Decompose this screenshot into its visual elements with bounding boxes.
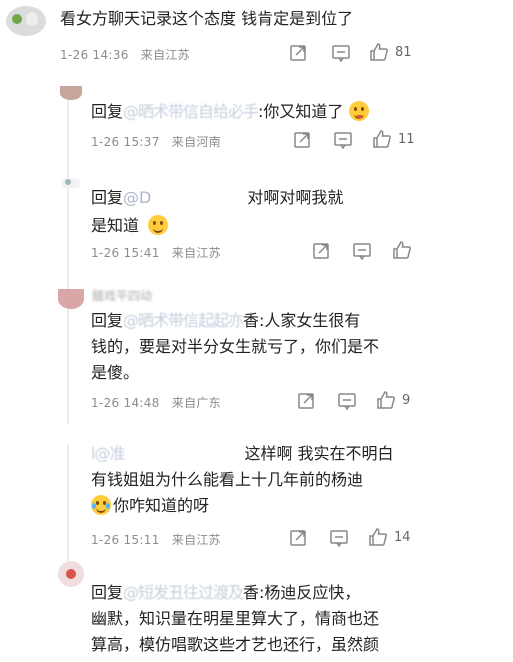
- mention-link[interactable]: @准: [94, 441, 244, 467]
- reply-date: 1-26 14:48: [91, 396, 160, 410]
- reply-location: 来自江苏: [171, 533, 221, 547]
- reply-body: :你又知道了: [258, 102, 344, 121]
- reply-meta: 1-26 15:11 来自江苏: [91, 531, 221, 548]
- comment-date-text: 1-26 14:36: [60, 48, 129, 62]
- reply-username[interactable]: 腼戏平四动: [92, 287, 152, 304]
- comment-icon[interactable]: [337, 391, 357, 411]
- comment-icon[interactable]: [329, 528, 349, 548]
- thread-line: [67, 444, 69, 562]
- share-icon[interactable]: [296, 391, 316, 411]
- like-icon[interactable]: [368, 527, 388, 547]
- like-icon[interactable]: [392, 240, 412, 260]
- reply-body-cont: 算高，模仿唱歌这些才艺也还行，虽然颜: [91, 635, 380, 654]
- avatar[interactable]: [6, 6, 46, 36]
- reply-location: 来自江苏: [171, 246, 221, 260]
- like-count: 11: [398, 132, 415, 147]
- share-icon[interactable]: [288, 528, 308, 548]
- reply-body-cont: 是知道: [91, 216, 140, 235]
- reply-date: 1-26 15:37: [91, 135, 160, 149]
- reply-prefix: 回复: [91, 311, 124, 330]
- comment-icon[interactable]: [333, 130, 353, 150]
- reply-location: 来自河南: [171, 135, 221, 149]
- comment-location: 来自江苏: [140, 48, 190, 62]
- reply-prefix: 回复: [91, 102, 124, 121]
- avatar[interactable]: [58, 289, 84, 309]
- share-icon[interactable]: [288, 43, 308, 63]
- reply-body-cont: 你咋知道的呀: [113, 496, 210, 515]
- reply-location: 来自广东: [171, 396, 221, 410]
- smile-emoji: [148, 215, 169, 235]
- reply-meta: 1-26 14:48 来自广东: [91, 394, 221, 411]
- tongue-emoji: [348, 101, 369, 121]
- reply-body: 对啊对啊我就: [247, 188, 344, 207]
- reply-prefix: 回复: [91, 188, 124, 207]
- mention-link[interactable]: @晒术带信起起亦: [123, 311, 244, 330]
- mention-link[interactable]: @短发丑往过渡及: [123, 583, 244, 602]
- avatar[interactable]: [60, 86, 82, 100]
- like-count: 14: [394, 530, 411, 545]
- reply-body: 香:人家女生很有: [243, 311, 361, 330]
- share-icon[interactable]: [311, 241, 331, 261]
- like-count: 9: [402, 393, 411, 408]
- like-icon[interactable]: [376, 390, 396, 410]
- comment-text: 看女方聊天记录这个态度 钱肯定是到位了: [60, 9, 354, 28]
- mention-link[interactable]: @D: [123, 188, 151, 207]
- reply-text: l@准 这样啊 我实在不明白 有钱姐姐为什么能看上十几年前的杨迪 你咋知道的呀: [91, 441, 421, 519]
- thread-line: [67, 94, 69, 424]
- mention-link[interactable]: @晒术带信自给必手: [123, 102, 259, 121]
- reply-text: 回复@晒术带信起起亦香:人家女生很有 钱的，要是对半分女生就亏了，你们是不 是傻…: [91, 308, 421, 386]
- reply-text: 回复@短发丑往过渡及香:杨迪反应快， 幽默，知识量在明星里算大了，情商也还 算高…: [91, 580, 421, 658]
- reply-text: 回复@D 对啊对啊我就 是知道: [91, 185, 421, 239]
- reply-body-cont: 有钱姐姐为什么能看上十几年前的杨迪: [91, 470, 364, 489]
- laugh-cry-emoji: [91, 495, 111, 515]
- reply-prefix: 回复: [91, 583, 124, 602]
- reply-text: 回复@晒术带信自给必手:你又知道了: [91, 99, 369, 125]
- reply-meta: 1-26 15:41 来自江苏: [91, 244, 221, 261]
- reply-body-cont: 幽默，知识量在明星里算大了，情商也还: [91, 609, 380, 628]
- reply-body-cont: 是傻。: [91, 363, 140, 382]
- comment-icon[interactable]: [352, 241, 372, 261]
- reply-date: 1-26 15:41: [91, 246, 160, 260]
- share-icon[interactable]: [292, 130, 312, 150]
- comment-date: 1-26 14:36 来自江苏: [60, 46, 190, 63]
- avatar[interactable]: [58, 561, 84, 587]
- reply-meta: 1-26 15:37 来自河南: [91, 133, 221, 150]
- reply-body: 香:杨迪反应快，: [243, 583, 361, 602]
- comment-icon[interactable]: [331, 43, 351, 63]
- reply-date: 1-26 15:11: [91, 533, 160, 547]
- avatar[interactable]: [62, 178, 80, 188]
- like-icon[interactable]: [369, 42, 389, 62]
- reply-body-cont: 钱的，要是对半分女生就亏了，你们是不: [91, 337, 380, 356]
- like-count: 81: [395, 45, 412, 60]
- like-icon[interactable]: [372, 129, 392, 149]
- reply-body: 这样啊 我实在不明白: [244, 444, 394, 463]
- mention-link-blur: [151, 185, 247, 211]
